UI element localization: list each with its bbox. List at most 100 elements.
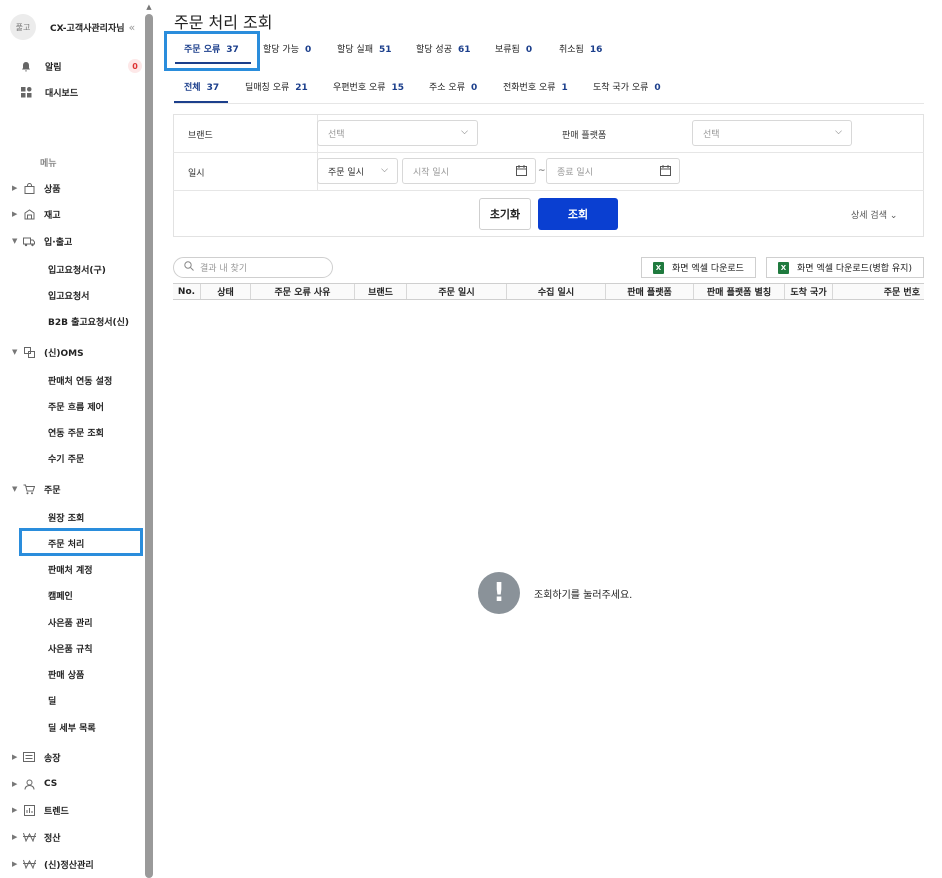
won-icon bbox=[22, 857, 36, 871]
sidebar-subitem[interactable]: 딜 bbox=[48, 694, 56, 707]
sidebar-item-label: (신)OMS bbox=[44, 348, 84, 359]
tab-allocatable[interactable]: 할당 가능 0 bbox=[263, 42, 311, 55]
subtab-label: 우편번호 오류 bbox=[333, 83, 386, 93]
subtab-deal-matching-error[interactable]: 딜매칭 오류 21 bbox=[245, 80, 308, 93]
start-date-input[interactable]: 시작 일시 bbox=[402, 158, 536, 184]
page-title: 주문 처리 조회 bbox=[174, 13, 273, 32]
sidebar-subitem[interactable]: 수기 주문 bbox=[48, 452, 84, 465]
sidebar-item-stock[interactable]: ▶ 재고 bbox=[0, 204, 143, 224]
sidebar-item-settle[interactable]: ▶ 정산 bbox=[0, 827, 143, 847]
tab-on-hold[interactable]: 보류됨 0 bbox=[495, 42, 532, 55]
subtab-phone-error[interactable]: 전화번호 오류 1 bbox=[503, 80, 568, 93]
column-header[interactable]: 상태 bbox=[201, 284, 251, 299]
table-header: No. 상태 주문 오류 사유 브랜드 주문 일시 수집 일시 판매 플랫폼 판… bbox=[173, 283, 924, 300]
platform-select[interactable]: 선택 ⌵ bbox=[692, 120, 852, 146]
sidebar-item-invoice[interactable]: ▶ 송장 bbox=[0, 747, 143, 767]
filter-row-divider bbox=[173, 152, 924, 153]
subtab-count: 15 bbox=[391, 83, 405, 93]
subtab-country-error[interactable]: 도착 국가 오류 0 bbox=[593, 80, 661, 93]
tab-allocation-success[interactable]: 할당 성공 61 bbox=[416, 42, 471, 55]
column-header[interactable]: 주문 일시 bbox=[407, 284, 507, 299]
sidebar-header: 풀고 CX-고객사관리자님 « bbox=[10, 14, 143, 40]
sidebar-item-alert[interactable]: 알림 0 bbox=[0, 56, 143, 76]
column-header[interactable]: 도착 국가 bbox=[785, 284, 833, 299]
date-type-select[interactable]: 주문 일시 ⌵ bbox=[317, 158, 398, 184]
bell-icon bbox=[19, 59, 33, 73]
sidebar-item-oms[interactable]: ▼ (신)OMS bbox=[0, 342, 143, 362]
sidebar-item-trend[interactable]: ▶ 트렌드 bbox=[0, 800, 143, 820]
caret-down-icon: ▼ bbox=[12, 237, 18, 245]
bag-icon bbox=[22, 181, 36, 195]
excel-download-button[interactable]: X 화면 엑셀 다운로드 bbox=[641, 257, 756, 278]
column-header[interactable]: No. bbox=[173, 284, 201, 299]
subtab-count: 0 bbox=[654, 83, 661, 93]
sidebar-item-dashboard[interactable]: 대시보드 bbox=[0, 82, 143, 102]
excel-download-merge-label: 화면 엑셀 다운로드(병합 유지) bbox=[797, 264, 912, 274]
subtab-all[interactable]: 전체 37 bbox=[184, 80, 219, 93]
sidebar-subitem[interactable]: 사은품 규칙 bbox=[48, 642, 93, 655]
calendar-icon[interactable] bbox=[660, 165, 671, 179]
chevron-down-icon: ⌵ bbox=[461, 127, 468, 137]
sidebar-subitem[interactable]: 판매처 연동 설정 bbox=[48, 374, 112, 387]
tab-cancelled[interactable]: 취소됨 16 bbox=[559, 42, 602, 55]
sidebar-subitem[interactable]: 입고요청서(구) bbox=[48, 263, 106, 276]
avatar[interactable]: 풀고 bbox=[10, 14, 36, 40]
end-date-input[interactable]: 종료 일시 bbox=[546, 158, 680, 184]
tabs-divider bbox=[174, 103, 924, 104]
excel-download-label: 화면 엑셀 다운로드 bbox=[672, 264, 744, 274]
subtab-count: 0 bbox=[470, 83, 478, 93]
sidebar-item-label: (신)정산관리 bbox=[44, 860, 94, 871]
sidebar-subitem[interactable]: 딜 세부 목록 bbox=[48, 721, 96, 734]
date-label: 일시 bbox=[188, 169, 205, 179]
reset-button[interactable]: 초기화 bbox=[479, 198, 531, 230]
search-icon bbox=[184, 261, 194, 274]
sidebar-subitem[interactable]: 사은품 관리 bbox=[48, 616, 93, 629]
column-header[interactable]: 판매 플랫폼 별칭 bbox=[694, 284, 785, 299]
calendar-icon[interactable] bbox=[516, 165, 527, 179]
brand-select[interactable]: 선택 ⌵ bbox=[317, 120, 478, 146]
truck-icon bbox=[22, 234, 36, 248]
alert-count-badge: 0 bbox=[128, 59, 142, 73]
subtab-label: 딜매칭 오류 bbox=[245, 83, 290, 93]
subtab-count: 37 bbox=[206, 83, 220, 93]
sidebar-subitem[interactable]: 주문 흐름 제어 bbox=[48, 400, 104, 413]
sidebar-item-label: 알림 bbox=[45, 62, 62, 73]
column-header[interactable]: 브랜드 bbox=[355, 284, 407, 299]
sidebar-subitem[interactable]: B2B 출고요청서(신) bbox=[48, 315, 129, 328]
search-button[interactable]: 조회 bbox=[538, 198, 618, 230]
sidebar-subitem[interactable]: 판매 상품 bbox=[48, 668, 84, 681]
scroll-up-arrow-icon[interactable]: ▲ bbox=[144, 2, 154, 12]
column-header[interactable]: 주문 오류 사유 bbox=[251, 284, 355, 299]
column-header[interactable]: 수집 일시 bbox=[507, 284, 606, 299]
tab-allocation-failed[interactable]: 할당 실패 51 bbox=[337, 42, 392, 55]
tab-label: 할당 가능 bbox=[263, 45, 299, 55]
sidebar-item-inout[interactable]: ▼ 입·출고 bbox=[0, 231, 143, 251]
sidebar-item-cs[interactable]: ▶ CS bbox=[0, 774, 143, 794]
tab-count: 16 bbox=[589, 45, 603, 55]
collapse-sidebar-icon[interactable]: « bbox=[129, 21, 136, 34]
sidebar-item-order[interactable]: ▼ 주문 bbox=[0, 479, 143, 499]
sidebar-subitem[interactable]: 입고요청서 bbox=[48, 289, 89, 302]
platform-select-value: 선택 bbox=[703, 129, 720, 140]
sidebar-item-settle-new[interactable]: ▶ (신)정산관리 bbox=[0, 854, 143, 874]
sidebar-scrollbar-thumb[interactable] bbox=[145, 14, 153, 878]
subtab-label: 주소 오류 bbox=[429, 83, 465, 93]
column-header[interactable]: 판매 플랫폼 bbox=[606, 284, 694, 299]
sidebar-subitem[interactable]: 연동 주문 조회 bbox=[48, 426, 104, 439]
column-header[interactable]: 주문 번호 bbox=[833, 284, 924, 299]
company-name: CX-고객사관리자님 bbox=[50, 23, 125, 34]
tab-count: 0 bbox=[304, 45, 312, 55]
detail-search-toggle[interactable]: 상세 검색 ⌄ bbox=[851, 208, 897, 221]
subtab-address-error[interactable]: 주소 오류 0 bbox=[429, 80, 477, 93]
excel-download-merge-button[interactable]: X 화면 엑셀 다운로드(병합 유지) bbox=[766, 257, 924, 278]
result-search-input[interactable]: 결과 내 찾기 bbox=[173, 257, 333, 278]
caret-right-icon: ▶ bbox=[12, 860, 18, 868]
tab-label: 보류됨 bbox=[495, 45, 520, 55]
sidebar-subitem[interactable]: 판매처 계정 bbox=[48, 563, 93, 576]
sidebar-item-product[interactable]: ▶ 상품 bbox=[0, 178, 143, 198]
won-icon bbox=[22, 830, 36, 844]
sidebar-subitem[interactable]: 캠페인 bbox=[48, 589, 73, 602]
subtab-zipcode-error[interactable]: 우편번호 오류 15 bbox=[333, 80, 404, 93]
sidebar-subitem[interactable]: 원장 조회 bbox=[48, 511, 84, 524]
sidebar-item-label: 입·출고 bbox=[44, 237, 73, 248]
